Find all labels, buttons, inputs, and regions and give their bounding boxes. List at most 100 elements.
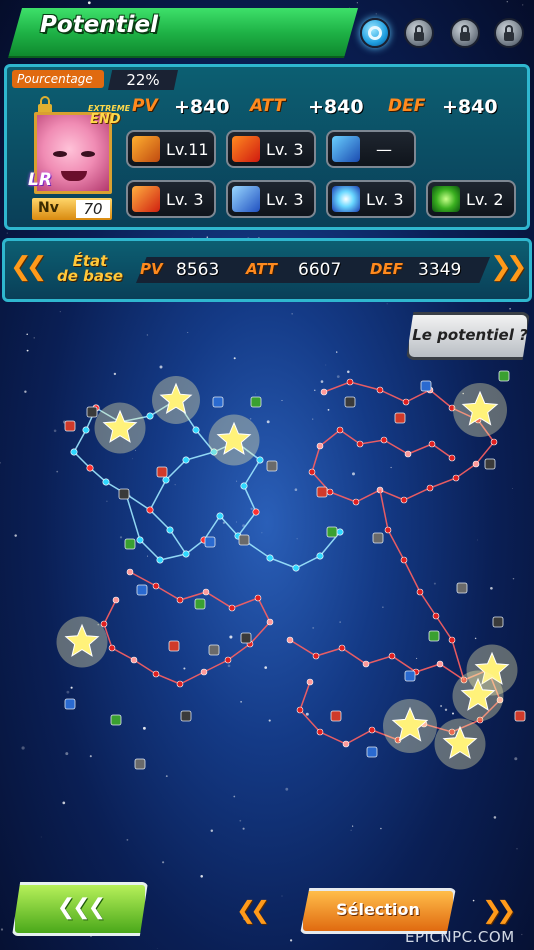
potential-node[interactable]	[452, 474, 460, 482]
potential-node[interactable]	[400, 556, 408, 564]
route-button-4[interactable]	[494, 18, 524, 48]
skill-orb-node[interactable]	[366, 746, 378, 758]
potential-node[interactable]	[316, 728, 324, 736]
skill-slot-1[interactable]: Lv.11	[126, 130, 216, 168]
potential-node[interactable]	[436, 660, 444, 668]
skill-orb-node[interactable]	[86, 406, 98, 418]
potential-node[interactable]	[252, 508, 260, 516]
skill-orb-node[interactable]	[180, 710, 192, 722]
potential-node[interactable]	[82, 426, 90, 434]
route-button-2[interactable]	[404, 18, 434, 48]
potential-node[interactable]	[402, 398, 410, 406]
skill-orb-node[interactable]	[208, 644, 220, 656]
skill-orb-node[interactable]	[330, 710, 342, 722]
double-chevron-left-icon[interactable]: ❮❮	[10, 252, 47, 282]
skill-orb-node[interactable]	[420, 380, 432, 392]
potential-node[interactable]	[182, 550, 190, 558]
potential-node[interactable]	[416, 588, 424, 596]
potential-node[interactable]	[338, 644, 346, 652]
potential-node[interactable]	[266, 618, 274, 626]
potential-node[interactable]	[70, 448, 78, 456]
skill-orb-node[interactable]	[326, 526, 338, 538]
skill-orb-node[interactable]	[168, 640, 180, 652]
potential-node[interactable]	[448, 454, 456, 462]
skill-orb-node[interactable]	[110, 714, 122, 726]
skill-slot-7[interactable]: Lv. 2	[426, 180, 516, 218]
chevron-left-icon[interactable]: ❮❮	[236, 896, 270, 924]
potential-node[interactable]	[346, 378, 354, 386]
potential-node[interactable]	[126, 568, 134, 576]
skill-orb-node[interactable]	[456, 582, 468, 594]
potential-node[interactable]	[400, 496, 408, 504]
skill-slot-6[interactable]: Lv. 3	[326, 180, 416, 218]
potential-node[interactable]	[166, 526, 174, 534]
skill-orb-node[interactable]	[498, 370, 510, 382]
potential-node[interactable]	[182, 456, 190, 464]
potential-node[interactable]	[490, 438, 498, 446]
potential-node[interactable]	[428, 440, 436, 448]
potential-node[interactable]	[286, 636, 294, 644]
potential-node[interactable]	[356, 440, 364, 448]
skill-orb-node[interactable]	[492, 616, 504, 628]
skill-slot-2[interactable]: Lv. 3	[226, 130, 316, 168]
potential-board[interactable]	[0, 360, 534, 790]
potential-node[interactable]	[156, 556, 164, 564]
route-button-3[interactable]	[450, 18, 480, 48]
potential-node[interactable]	[256, 456, 264, 464]
potential-node[interactable]	[176, 680, 184, 688]
potential-node[interactable]	[308, 468, 316, 476]
potential-node[interactable]	[448, 636, 456, 644]
potential-node[interactable]	[384, 526, 392, 534]
skill-orb-node[interactable]	[204, 536, 216, 548]
potential-node[interactable]	[316, 442, 324, 450]
skill-orb-node[interactable]	[394, 412, 406, 424]
potential-node[interactable]	[228, 604, 236, 612]
skill-orb-node[interactable]	[316, 486, 328, 498]
potential-node[interactable]	[404, 450, 412, 458]
route-button-1[interactable]	[360, 18, 390, 48]
potential-node[interactable]	[136, 536, 144, 544]
potential-node[interactable]	[176, 596, 184, 604]
potential-node[interactable]	[472, 460, 480, 468]
potential-node[interactable]	[296, 706, 304, 714]
potential-node[interactable]	[388, 652, 396, 660]
potential-node[interactable]	[146, 506, 154, 514]
skill-orb-node[interactable]	[118, 488, 130, 500]
skill-orb-node[interactable]	[64, 698, 76, 710]
potential-node[interactable]	[240, 482, 248, 490]
skill-orb-node[interactable]	[124, 538, 136, 550]
skill-orb-node[interactable]	[240, 632, 252, 644]
skill-slot-3[interactable]: —	[326, 130, 416, 168]
character-card[interactable]: EXTREME END LR Nv 70	[28, 96, 130, 222]
potential-node[interactable]	[192, 426, 200, 434]
potential-node[interactable]	[426, 484, 434, 492]
potential-node[interactable]	[376, 386, 384, 394]
skill-orb-node[interactable]	[156, 466, 168, 478]
double-chevron-right-icon[interactable]: ❯❯	[490, 252, 527, 282]
potential-node[interactable]	[152, 582, 160, 590]
potential-node[interactable]	[368, 726, 376, 734]
skill-orb-node[interactable]	[404, 670, 416, 682]
potential-node[interactable]	[320, 388, 328, 396]
skill-slot-5[interactable]: Lv. 3	[226, 180, 316, 218]
skill-orb-node[interactable]	[238, 534, 250, 546]
potential-node[interactable]	[200, 668, 208, 676]
potential-node[interactable]	[254, 594, 262, 602]
potential-node[interactable]	[224, 656, 232, 664]
potential-node[interactable]	[336, 528, 344, 536]
skill-slot-4[interactable]: Lv. 3	[126, 180, 216, 218]
potential-node[interactable]	[102, 478, 110, 486]
skill-orb-node[interactable]	[344, 396, 356, 408]
potential-node[interactable]	[336, 426, 344, 434]
skill-orb-node[interactable]	[250, 396, 262, 408]
potential-node[interactable]	[352, 498, 360, 506]
potential-node[interactable]	[86, 464, 94, 472]
potential-node[interactable]	[362, 660, 370, 668]
potential-node[interactable]	[306, 678, 314, 686]
potential-node[interactable]	[312, 652, 320, 660]
potential-node[interactable]	[266, 554, 274, 562]
potential-node[interactable]	[380, 436, 388, 444]
potential-node[interactable]	[152, 670, 160, 678]
skill-orb-node[interactable]	[266, 460, 278, 472]
potential-node[interactable]	[316, 552, 324, 560]
